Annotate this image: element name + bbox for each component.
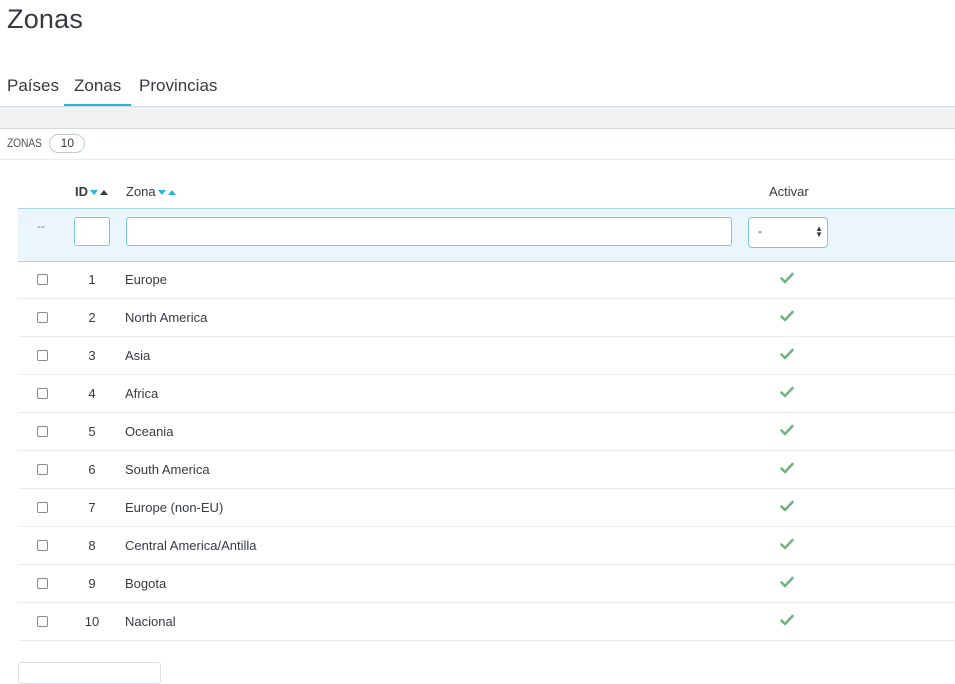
row-id: 2 [88, 310, 96, 325]
column-id-label: ID [75, 184, 88, 199]
bulk-filter-placeholder: -- [37, 219, 45, 233]
row-checkbox[interactable] [37, 616, 48, 627]
bulk-actions-button[interactable] [18, 662, 161, 684]
sort-asc-icon[interactable] [100, 190, 108, 196]
row-checkbox[interactable] [37, 502, 48, 513]
sort-desc-icon[interactable] [90, 190, 98, 196]
table-row[interactable]: 2 North America [18, 299, 955, 337]
row-id: 7 [88, 500, 96, 515]
check-icon[interactable] [780, 537, 794, 551]
column-header-zona: Zona [126, 184, 176, 199]
column-header-id: ID [75, 184, 108, 199]
filter-row: -- - ▲ ▼ [18, 208, 955, 262]
check-icon[interactable] [780, 385, 794, 399]
row-zona: Central America/Antilla [125, 538, 257, 553]
panel-heading: ZONAS 10 [7, 133, 86, 153]
row-id: 4 [88, 386, 96, 401]
table-row[interactable]: 3 Asia [18, 337, 955, 375]
count-badge: 10 [49, 133, 86, 153]
table-row[interactable]: 9 Bogota [18, 565, 955, 603]
zona-filter-input[interactable] [126, 217, 732, 246]
sort-asc-icon[interactable] [167, 190, 176, 196]
check-icon[interactable] [780, 347, 794, 361]
check-icon[interactable] [780, 461, 794, 475]
row-checkbox[interactable] [37, 464, 48, 475]
row-id: 6 [88, 462, 96, 477]
column-header-activar: Activar [769, 184, 809, 199]
table-row[interactable]: 5 Oceania [18, 413, 955, 451]
page-title: Zonas [7, 4, 84, 34]
check-icon[interactable] [780, 613, 794, 627]
row-checkbox[interactable] [37, 312, 48, 323]
tab-bar: Países Zonas Provincias [0, 66, 955, 107]
row-zona: North America [125, 310, 208, 325]
row-id: 5 [88, 424, 96, 439]
table-row[interactable]: 8 Central America/Antilla [18, 527, 955, 565]
tab-paises[interactable]: Países [7, 66, 59, 104]
row-id: 1 [88, 272, 96, 287]
table-row[interactable]: 1 Europe [18, 261, 955, 299]
heading-divider [0, 159, 955, 160]
row-zona: Oceania [125, 424, 174, 439]
tab-zonas[interactable]: Zonas [64, 66, 132, 107]
sort-desc-icon[interactable] [157, 190, 166, 196]
activar-filter-value: - [758, 224, 762, 238]
row-checkbox[interactable] [37, 540, 48, 551]
row-zona: Europe [125, 272, 167, 287]
activar-filter-select[interactable]: - ▲ ▼ [748, 217, 828, 248]
row-zona: Nacional [125, 614, 176, 629]
table-row[interactable]: 6 South America [18, 451, 955, 489]
row-zona: Bogota [125, 576, 167, 591]
table-row[interactable]: 7 Europe (non-EU) [18, 489, 955, 527]
row-id: 3 [88, 348, 96, 363]
id-filter-input[interactable] [74, 217, 110, 246]
row-checkbox[interactable] [37, 426, 48, 437]
table-header: ID Zona Activar [18, 172, 955, 208]
select-arrows-icon: ▲ ▼ [815, 224, 823, 239]
column-zona-label: Zona [126, 184, 156, 199]
row-zona: Africa [125, 386, 159, 401]
row-id: 8 [88, 538, 96, 553]
row-zona: Asia [125, 348, 151, 363]
row-checkbox[interactable] [37, 350, 48, 361]
row-zona: South America [125, 462, 210, 477]
table-row[interactable]: 4 Africa [18, 375, 955, 413]
check-icon[interactable] [780, 575, 794, 589]
check-icon[interactable] [780, 499, 794, 513]
row-checkbox[interactable] [37, 578, 48, 589]
row-id: 9 [88, 576, 96, 591]
table-row[interactable]: 10 Nacional [18, 603, 955, 641]
check-icon[interactable] [780, 309, 794, 323]
row-id: 10 [84, 614, 100, 629]
panel-title: ZONAS [7, 136, 42, 150]
check-icon[interactable] [780, 423, 794, 437]
row-checkbox[interactable] [37, 388, 48, 399]
row-zona: Europe (non-EU) [125, 500, 224, 515]
toolbar-band [0, 106, 955, 129]
tab-provincias[interactable]: Provincias [139, 66, 217, 104]
row-checkbox[interactable] [37, 274, 48, 285]
check-icon[interactable] [780, 271, 794, 285]
